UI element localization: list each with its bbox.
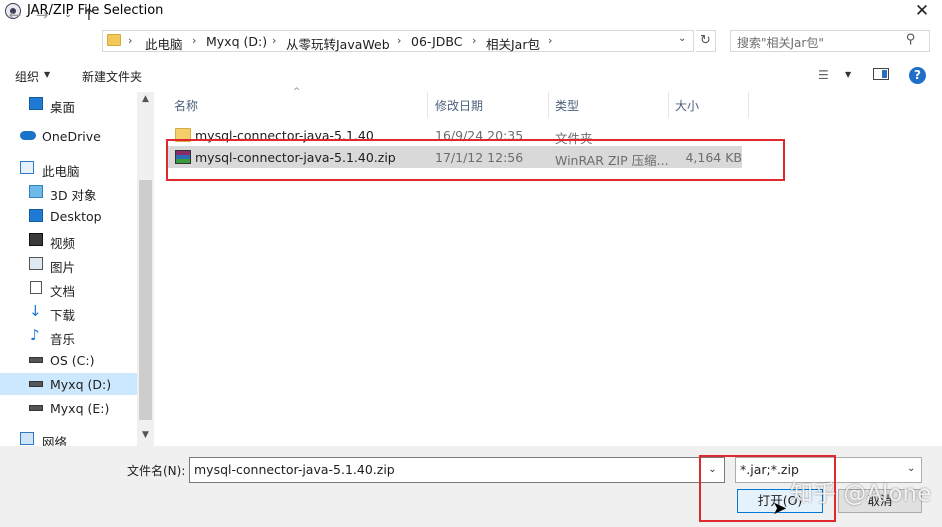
column-divider[interactable] bbox=[427, 92, 428, 118]
picture-icon bbox=[29, 257, 43, 270]
breadcrumb-item[interactable]: 从零玩转JavaWeb bbox=[286, 34, 390, 53]
sidebar-item-label: Myxq (E:) bbox=[50, 401, 110, 416]
sidebar-item-desktop-folder[interactable]: Desktop bbox=[0, 205, 137, 227]
filename-value: mysql-connector-java-5.1.40.zip bbox=[194, 462, 395, 477]
breadcrumb-item[interactable]: 此电脑 bbox=[145, 34, 183, 53]
music-icon: ♪ bbox=[30, 326, 40, 344]
sidebar-item-documents[interactable]: 文档 bbox=[0, 277, 137, 299]
folder-icon bbox=[107, 34, 121, 46]
sidebar-item-label: 图片 bbox=[50, 260, 76, 275]
back-arrow-icon[interactable]: ← bbox=[6, 6, 24, 24]
search-icon[interactable]: ⚲ bbox=[906, 32, 916, 47]
column-divider[interactable] bbox=[548, 92, 549, 118]
close-button[interactable]: ✕ bbox=[902, 0, 942, 24]
drive-icon bbox=[29, 405, 43, 411]
forward-arrow-icon[interactable]: → bbox=[33, 6, 51, 24]
download-icon: ↓ bbox=[29, 302, 42, 320]
chevron-down-icon[interactable]: ⌄ bbox=[907, 463, 915, 474]
sidebar-item-label: OneDrive bbox=[42, 129, 101, 144]
sidebar-item-drive-c[interactable]: OS (C:) bbox=[0, 349, 137, 371]
sidebar-item-onedrive[interactable]: OneDrive bbox=[0, 125, 137, 147]
sidebar-item-desktop[interactable]: 桌面 bbox=[0, 93, 137, 115]
highlight-box-file bbox=[166, 139, 785, 181]
breadcrumb-separator: › bbox=[472, 34, 477, 47]
sidebar-item-music[interactable]: ♪ 音乐 bbox=[0, 325, 137, 347]
column-header-name[interactable]: 名称 bbox=[174, 97, 198, 114]
recent-locations-icon[interactable]: ⌄ bbox=[59, 6, 77, 24]
caret-down-icon: ▼ bbox=[44, 70, 51, 79]
sidebar-item-videos[interactable]: 视频 bbox=[0, 229, 137, 251]
sidebar-item-label: Desktop bbox=[50, 209, 102, 224]
breadcrumb-item[interactable]: 相关Jar包 bbox=[486, 34, 540, 53]
cube-icon bbox=[29, 185, 43, 198]
column-divider[interactable] bbox=[668, 92, 669, 118]
view-options-icon[interactable]: ☰ bbox=[818, 68, 829, 82]
breadcrumb-separator: › bbox=[548, 34, 553, 47]
sidebar-item-this-pc[interactable]: 此电脑 bbox=[0, 157, 137, 179]
scroll-thumb[interactable] bbox=[139, 180, 152, 420]
preview-pane-icon[interactable] bbox=[873, 68, 889, 80]
desktop-icon bbox=[29, 97, 43, 110]
drive-icon bbox=[29, 381, 43, 387]
new-folder-button[interactable]: 新建文件夹 bbox=[82, 68, 142, 85]
sidebar-item-drive-d[interactable]: Myxq (D:) bbox=[0, 373, 137, 395]
desktop-icon bbox=[29, 209, 43, 222]
sidebar-item-label: 此电脑 bbox=[42, 164, 80, 179]
sort-ascending-icon: ^ bbox=[293, 87, 301, 97]
watermark: 知乎 @Alone bbox=[790, 481, 932, 507]
breadcrumb-separator: › bbox=[192, 34, 197, 47]
refresh-icon[interactable]: ↻ bbox=[696, 30, 716, 52]
caret-down-icon[interactable]: ▼ bbox=[845, 70, 851, 79]
sidebar-item-label: 3D 对象 bbox=[50, 188, 97, 203]
breadcrumb-item[interactable]: 06-JDBC bbox=[411, 34, 463, 49]
sidebar-item-label: 视频 bbox=[50, 236, 76, 251]
up-arrow-icon[interactable]: ↑ bbox=[80, 6, 98, 24]
computer-icon bbox=[20, 161, 34, 174]
search-placeholder: 搜索"相关Jar包" bbox=[737, 36, 824, 50]
breadcrumb-separator: › bbox=[272, 34, 277, 47]
document-icon bbox=[30, 281, 42, 294]
sidebar-item-drive-e[interactable]: Myxq (E:) bbox=[0, 397, 137, 419]
scroll-up-icon[interactable]: ▲ bbox=[137, 94, 154, 108]
network-icon bbox=[20, 432, 34, 445]
chevron-down-icon[interactable]: ⌄ bbox=[678, 33, 686, 44]
scroll-down-icon[interactable]: ▼ bbox=[137, 430, 154, 444]
breadcrumb-separator: › bbox=[128, 34, 133, 47]
sidebar-item-label: 下载 bbox=[50, 308, 76, 323]
sidebar-item-label: 音乐 bbox=[50, 332, 76, 347]
column-divider[interactable] bbox=[748, 92, 749, 118]
sidebar-item-label: OS (C:) bbox=[50, 353, 95, 368]
help-icon[interactable]: ? bbox=[909, 67, 926, 84]
sidebar-item-downloads[interactable]: ↓ 下载 bbox=[0, 301, 137, 323]
column-header-date[interactable]: 修改日期 bbox=[435, 97, 483, 114]
organize-button[interactable]: 组织 bbox=[15, 68, 39, 85]
column-header-size[interactable]: 大小 bbox=[675, 97, 699, 114]
drive-icon bbox=[29, 357, 43, 363]
sidebar-item-3d-objects[interactable]: 3D 对象 bbox=[0, 181, 137, 203]
cloud-icon bbox=[20, 131, 36, 140]
sidebar-item-label: 文档 bbox=[50, 284, 76, 299]
column-header-type[interactable]: 类型 bbox=[555, 97, 579, 114]
breadcrumb-separator: › bbox=[397, 34, 402, 47]
filename-label: 文件名(N): bbox=[127, 464, 186, 478]
sidebar-item-label: Myxq (D:) bbox=[50, 377, 112, 392]
video-icon bbox=[29, 233, 43, 246]
breadcrumb-item[interactable]: Myxq (D:) bbox=[206, 34, 267, 49]
sidebar-item-label: 桌面 bbox=[50, 100, 76, 115]
sidebar-item-pictures[interactable]: 图片 bbox=[0, 253, 137, 275]
